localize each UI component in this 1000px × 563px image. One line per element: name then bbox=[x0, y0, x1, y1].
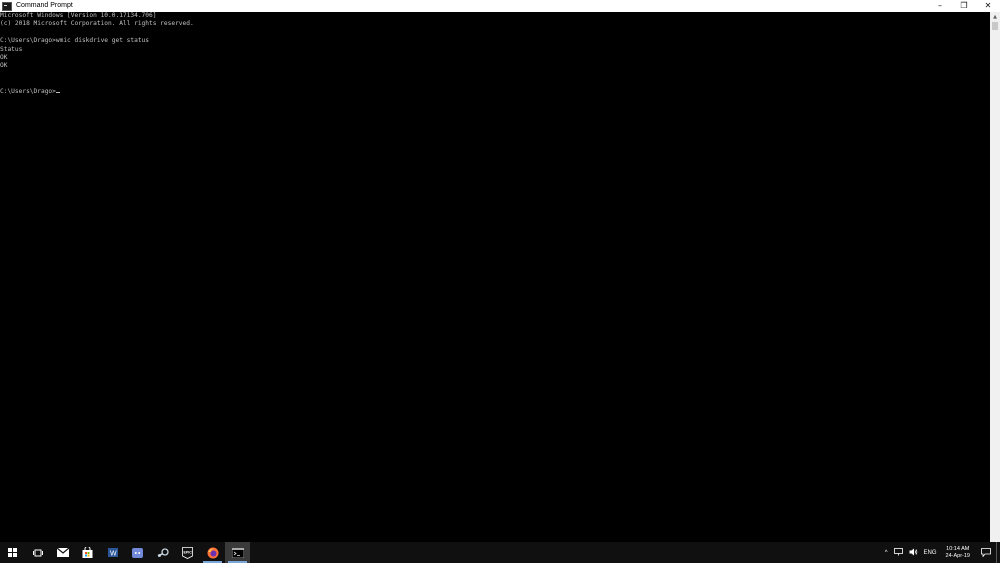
word-button[interactable]: W bbox=[100, 542, 125, 563]
firefox-icon bbox=[207, 547, 218, 558]
minimize-button[interactable]: – bbox=[928, 0, 952, 12]
vertical-scrollbar[interactable]: ▲ bbox=[990, 12, 1000, 542]
start-button[interactable] bbox=[0, 542, 25, 563]
chevron-up-icon[interactable]: ^ bbox=[882, 550, 891, 556]
command-prompt-icon[interactable] bbox=[2, 1, 12, 11]
clock-time: 10:14 AM bbox=[946, 545, 970, 552]
console-line-2: (c) 2018 Microsoft Corporation. All righ… bbox=[0, 20, 194, 28]
title-bar[interactable]: Command Prompt – ❐ ✕ bbox=[0, 0, 1000, 12]
console-line-8 bbox=[0, 71, 990, 79]
discord-button[interactable] bbox=[125, 542, 150, 563]
command-prompt-icon bbox=[231, 547, 244, 558]
command-prompt-taskbar-button[interactable] bbox=[225, 542, 250, 563]
epic-games-icon: EPIC bbox=[182, 546, 193, 559]
window-controls: – ❐ ✕ bbox=[928, 0, 1000, 12]
epic-games-button[interactable]: EPIC bbox=[175, 542, 200, 563]
windows-logo-icon bbox=[8, 548, 17, 557]
volume-icon[interactable] bbox=[906, 548, 921, 558]
firefox-button[interactable] bbox=[200, 542, 225, 563]
console-line-1: Microsoft Windows [Version 10.0.17134.70… bbox=[0, 12, 157, 19]
svg-text:EPIC: EPIC bbox=[184, 550, 193, 554]
console-output[interactable]: Microsoft Windows [Version 10.0.17134.70… bbox=[0, 12, 990, 542]
mail-icon bbox=[56, 548, 69, 557]
network-icon[interactable] bbox=[891, 547, 906, 558]
mail-button[interactable] bbox=[50, 542, 75, 563]
prompt-text: C:\Users\Drago> bbox=[0, 87, 56, 95]
console-line-3 bbox=[0, 29, 990, 37]
restore-button[interactable]: ❐ bbox=[952, 0, 976, 12]
clock-date: 24-Apr-19 bbox=[945, 552, 970, 559]
steam-button[interactable] bbox=[150, 542, 175, 563]
taskbar: W EPIC ^ ENG 10:14 AM 24-Apr-19 bbox=[0, 542, 1000, 563]
prompt-line[interactable]: C:\Users\Drago> bbox=[0, 88, 990, 96]
close-button[interactable]: ✕ bbox=[976, 0, 1000, 12]
console-line-9 bbox=[0, 79, 990, 87]
show-desktop-button[interactable] bbox=[996, 542, 1000, 563]
notification-icon bbox=[981, 548, 991, 557]
console-line-5: Status bbox=[0, 45, 23, 53]
system-tray: ^ ENG 10:14 AM 24-Apr-19 bbox=[882, 542, 1000, 563]
console-line-4: C:\Users\Drago>wmic diskdrive get status bbox=[0, 37, 150, 45]
scroll-thumb[interactable] bbox=[992, 22, 998, 30]
store-icon bbox=[82, 547, 93, 558]
word-icon: W bbox=[107, 548, 118, 558]
store-button[interactable] bbox=[75, 542, 100, 563]
console-line-6: OK bbox=[0, 54, 8, 62]
scroll-up-arrow-icon[interactable]: ▲ bbox=[990, 12, 1000, 21]
task-view-button[interactable] bbox=[25, 542, 50, 563]
text-cursor bbox=[55, 91, 60, 93]
task-view-icon bbox=[32, 549, 43, 556]
svg-text:W: W bbox=[110, 551, 117, 558]
clock[interactable]: 10:14 AM 24-Apr-19 bbox=[940, 546, 976, 560]
language-indicator[interactable]: ENG bbox=[921, 550, 940, 556]
steam-icon bbox=[157, 547, 169, 557]
window-title: Command Prompt bbox=[16, 2, 73, 9]
discord-icon bbox=[132, 547, 143, 558]
console-line-7: OK bbox=[0, 62, 8, 70]
notifications-button[interactable] bbox=[976, 542, 996, 563]
